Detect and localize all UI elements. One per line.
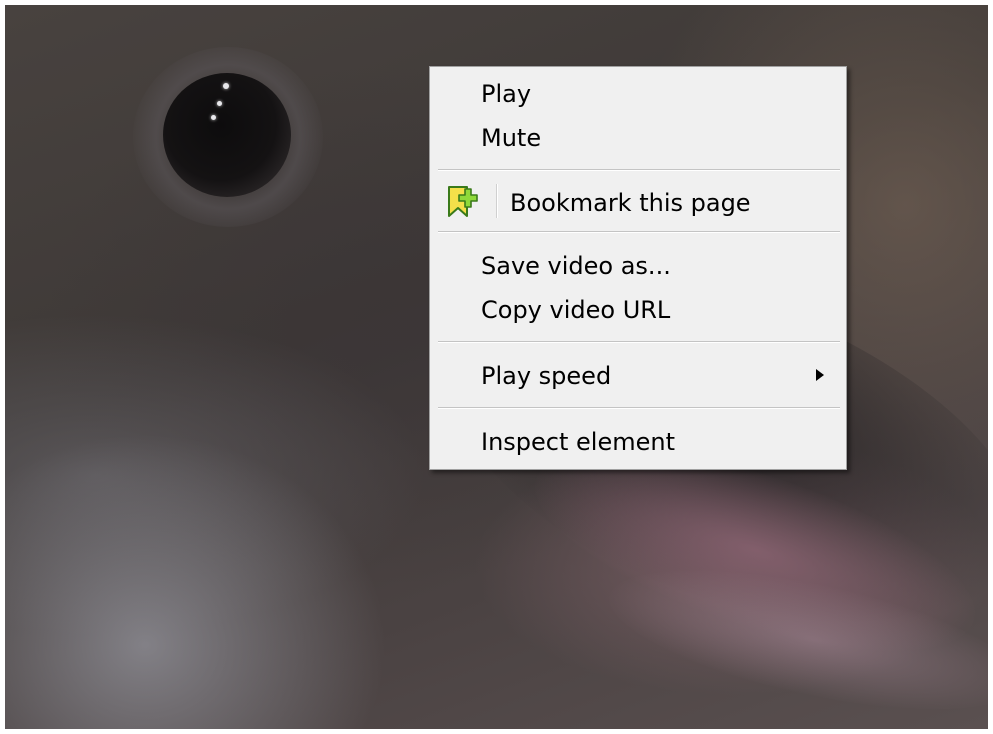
menu-item-label: Play speed <box>481 362 612 390</box>
menu-item-copy-video-url[interactable]: Copy video URL <box>430 290 846 330</box>
menu-item-label: Play <box>481 80 532 108</box>
bird-eye <box>163 73 291 197</box>
submenu-arrow-icon <box>816 369 824 381</box>
screenshot-frame: Play Mute Bookmark this page Save video … <box>0 0 993 734</box>
eye-highlight <box>223 83 229 89</box>
context-menu: Play Mute Bookmark this page Save video … <box>429 66 847 470</box>
menu-separator <box>438 341 840 343</box>
menu-item-label: Bookmark this page <box>510 189 751 217</box>
menu-item-label: Mute <box>481 124 542 152</box>
menu-separator <box>438 169 840 171</box>
bookmark-add-icon <box>448 186 478 217</box>
menu-item-mute[interactable]: Mute <box>430 118 846 158</box>
menu-item-save-video[interactable]: Save video as... <box>430 246 846 286</box>
menu-item-play[interactable]: Play <box>430 74 846 114</box>
menu-item-play-speed[interactable]: Play speed <box>430 356 846 396</box>
menu-item-label: Inspect element <box>481 428 675 456</box>
eye-highlight <box>211 115 216 120</box>
menu-item-label: Copy video URL <box>481 296 671 324</box>
menu-icon-divider <box>496 184 498 218</box>
menu-item-bookmark[interactable]: Bookmark this page <box>430 183 846 223</box>
menu-separator <box>438 231 840 233</box>
menu-item-inspect-element[interactable]: Inspect element <box>430 422 846 462</box>
eye-highlight <box>217 101 222 106</box>
menu-separator <box>438 407 840 409</box>
menu-item-label: Save video as... <box>481 252 671 280</box>
